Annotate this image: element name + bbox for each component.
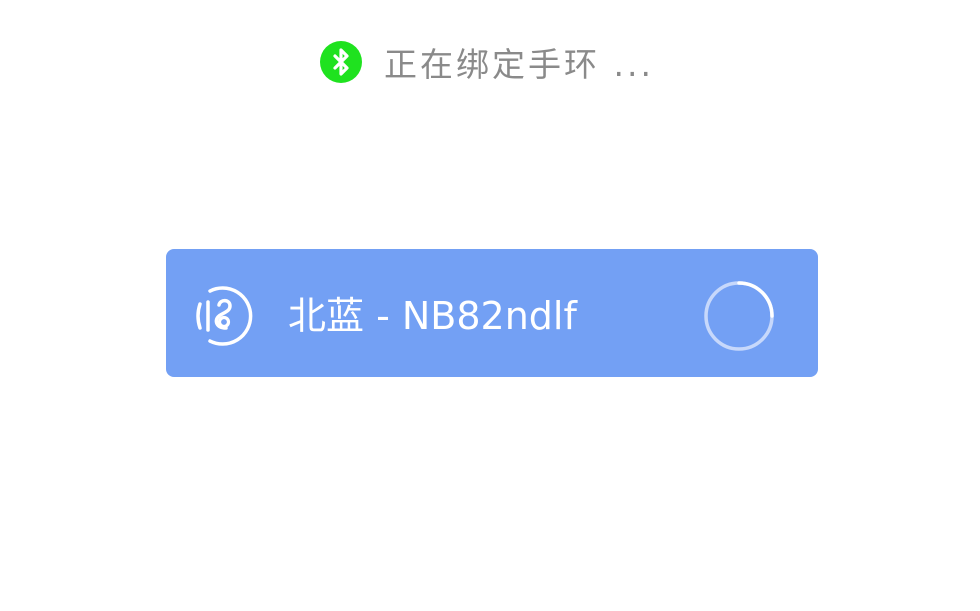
binding-status-text: 正在绑定手环 ... (384, 45, 654, 84)
binding-status: 正在绑定手环 ... (320, 40, 654, 84)
bluetooth-icon (320, 41, 362, 83)
wristband-icon (190, 282, 258, 350)
binding-screen: 正在绑定手环 ... 北蓝 - NB82ndlf (0, 0, 980, 611)
loading-spinner-icon (703, 280, 775, 352)
device-name: 北蓝 - NB82ndlf (288, 294, 577, 338)
